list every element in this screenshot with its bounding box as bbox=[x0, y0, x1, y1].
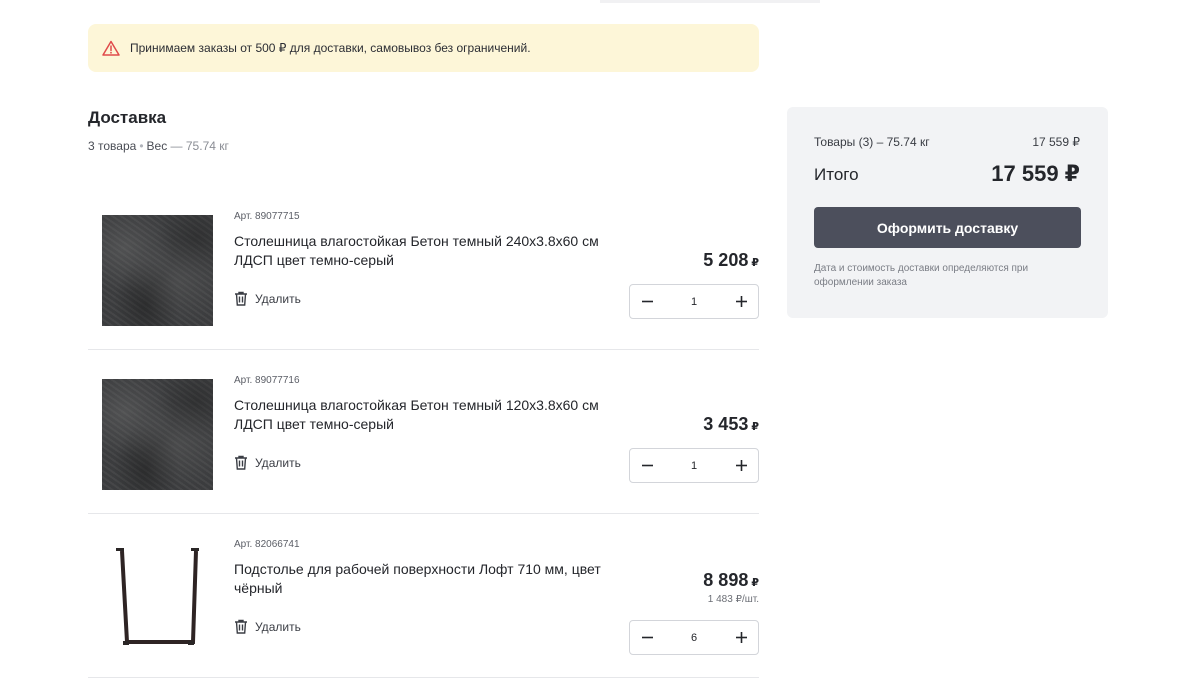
item-price: 5 208 ₽ bbox=[703, 250, 759, 271]
quantity-value[interactable]: 6 bbox=[691, 632, 697, 644]
decrease-button[interactable] bbox=[630, 285, 664, 318]
increase-button[interactable] bbox=[724, 285, 758, 318]
product-image[interactable] bbox=[102, 379, 213, 490]
price-value: 3 453 bbox=[703, 414, 749, 434]
goods-value: 17 559 ₽ bbox=[1032, 135, 1080, 149]
item-price: 8 898 ₽ bbox=[703, 570, 759, 591]
trash-icon bbox=[235, 455, 247, 470]
checkout-button[interactable]: Оформить доставку bbox=[814, 207, 1081, 248]
quantity-stepper: 1 bbox=[629, 448, 759, 483]
quantity-stepper: 6 bbox=[629, 620, 759, 655]
plus-icon bbox=[735, 632, 747, 643]
top-edge-decoration bbox=[600, 0, 820, 3]
product-name-link[interactable]: Подстолье для рабочей поверхности Лофт 7… bbox=[234, 560, 624, 598]
trash-icon bbox=[235, 619, 247, 634]
total-label: Итого bbox=[814, 165, 859, 184]
quantity-value[interactable]: 1 bbox=[691, 460, 697, 472]
decrease-button[interactable] bbox=[630, 449, 664, 482]
price-value: 8 898 bbox=[703, 570, 749, 590]
weight-label: Вес bbox=[146, 139, 168, 153]
items-count: 3 товара bbox=[88, 139, 137, 153]
item-divider bbox=[88, 677, 759, 678]
article-number: Арт. 89077716 bbox=[234, 375, 300, 386]
separator-dot: • bbox=[139, 139, 144, 153]
cart-item: Арт. 89077716 Столешница влагостойкая Бе… bbox=[88, 350, 759, 514]
currency-sign: ₽ bbox=[751, 421, 759, 433]
product-name-link[interactable]: Столешница влагостойкая Бетон темный 240… bbox=[234, 232, 624, 270]
table-leg-image bbox=[116, 548, 199, 645]
quantity-stepper: 1 bbox=[629, 284, 759, 319]
total-value: 17 559 ₽ bbox=[991, 161, 1080, 186]
cart-item: Арт. 82066741 Подстолье для рабочей пове… bbox=[88, 514, 759, 678]
goods-label: Товары (3) – 75.74 кг bbox=[814, 135, 930, 149]
delete-label: Удалить bbox=[255, 619, 301, 634]
weight-value: — 75.74 кг bbox=[170, 139, 229, 153]
price-value: 5 208 bbox=[703, 250, 749, 270]
order-summary: Товары (3) – 75.74 кг 17 559 ₽ Итого 17 … bbox=[787, 107, 1108, 318]
delete-button[interactable]: Удалить bbox=[234, 455, 301, 470]
section-meta: 3 товара • Вес — 75.74 кг bbox=[88, 139, 229, 153]
plus-icon bbox=[735, 460, 747, 471]
trash-icon bbox=[235, 291, 247, 306]
minus-icon bbox=[641, 300, 653, 303]
delivery-note: Дата и стоимость доставки определяются п… bbox=[814, 263, 1029, 288]
quantity-value[interactable]: 1 bbox=[691, 296, 697, 308]
minus-icon bbox=[641, 636, 653, 639]
notice-text: Принимаем заказы от 500 ₽ для доставки, … bbox=[130, 41, 531, 55]
warning-triangle-icon bbox=[102, 40, 120, 56]
product-name-link[interactable]: Столешница влагостойкая Бетон темный 120… bbox=[234, 396, 624, 434]
product-image[interactable] bbox=[102, 543, 213, 654]
article-number: Арт. 89077715 bbox=[234, 211, 300, 222]
delete-label: Удалить bbox=[255, 291, 301, 306]
delete-button[interactable]: Удалить bbox=[234, 619, 301, 634]
minus-icon bbox=[641, 464, 653, 467]
plus-icon bbox=[735, 296, 747, 307]
decrease-button[interactable] bbox=[630, 621, 664, 654]
currency-sign: ₽ bbox=[751, 257, 759, 269]
section-title: Доставка bbox=[88, 108, 167, 127]
delete-label: Удалить bbox=[255, 455, 301, 470]
delete-button[interactable]: Удалить bbox=[234, 291, 301, 306]
article-number: Арт. 82066741 bbox=[234, 539, 300, 550]
cart-item: Арт. 89077715 Столешница влагостойкая Бе… bbox=[88, 186, 759, 350]
order-minimum-notice: Принимаем заказы от 500 ₽ для доставки, … bbox=[88, 24, 759, 72]
increase-button[interactable] bbox=[724, 621, 758, 654]
product-image[interactable] bbox=[102, 215, 213, 326]
item-price: 3 453 ₽ bbox=[703, 414, 759, 435]
increase-button[interactable] bbox=[724, 449, 758, 482]
unit-price: 1 483 ₽/шт. bbox=[707, 594, 759, 605]
currency-sign: ₽ bbox=[751, 577, 759, 589]
